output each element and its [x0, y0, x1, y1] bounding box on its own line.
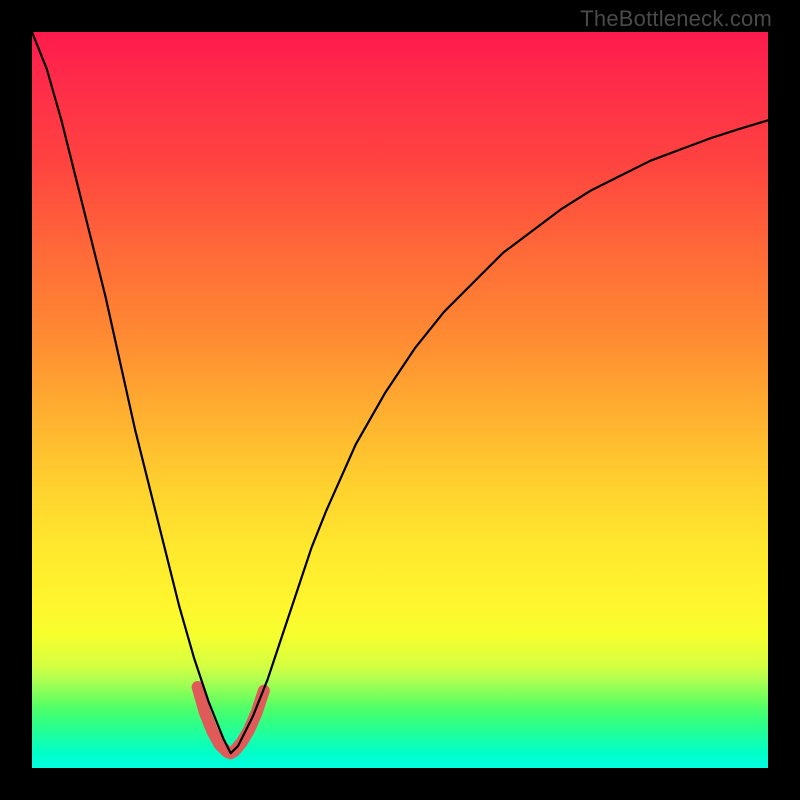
chart-frame: TheBottleneck.com — [0, 0, 800, 800]
watermark-text: TheBottleneck.com — [580, 6, 772, 32]
plot-area — [32, 32, 768, 768]
chart-svg — [32, 32, 768, 768]
bottleneck-curve-path — [32, 32, 768, 753]
